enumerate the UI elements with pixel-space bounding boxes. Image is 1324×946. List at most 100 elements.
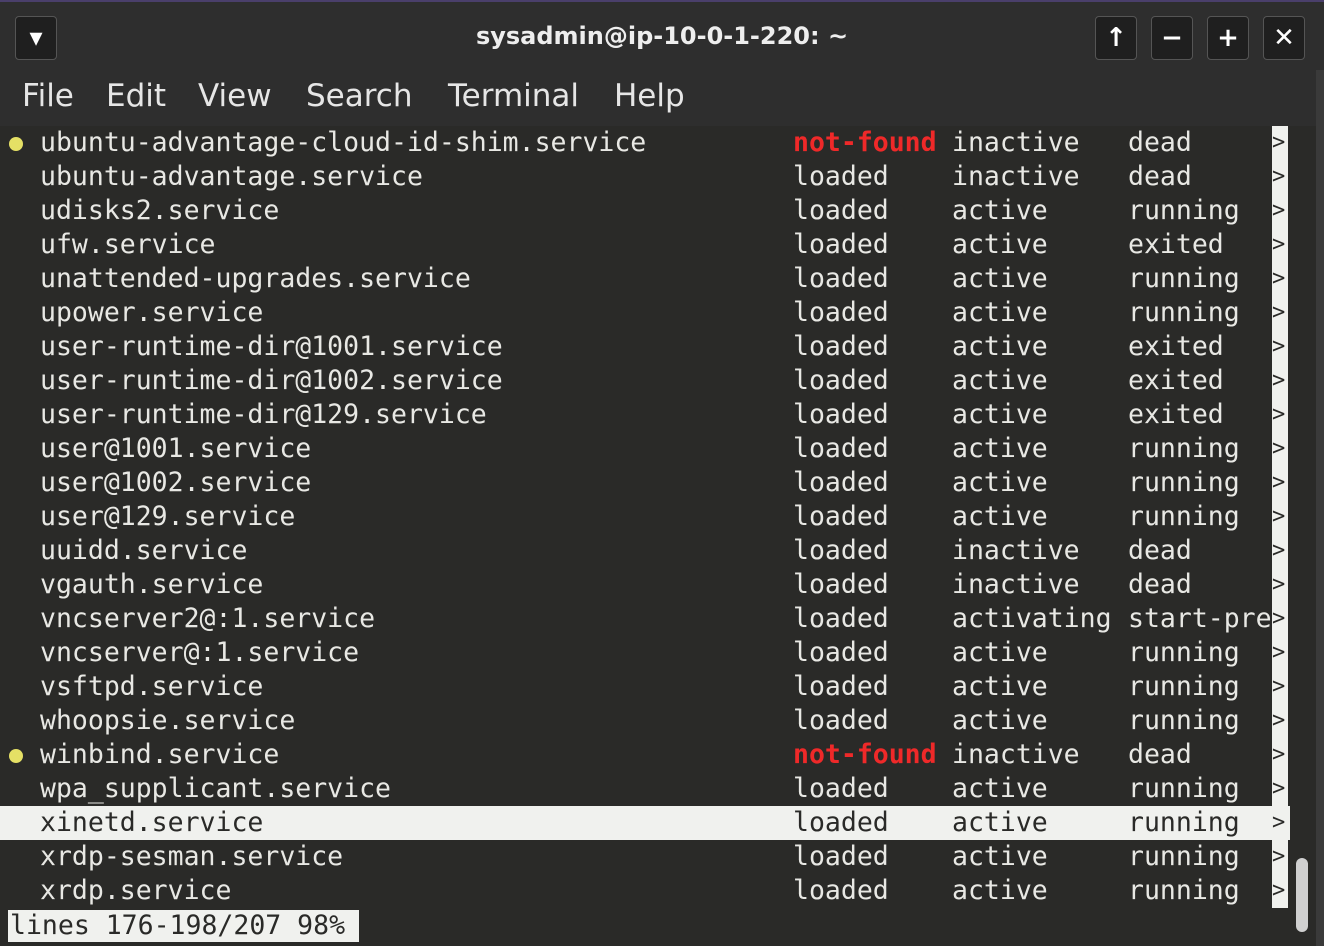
minimize-button[interactable]: −: [1151, 16, 1193, 60]
close-button[interactable]: ✕: [1263, 16, 1305, 60]
unit-active: active: [952, 501, 1048, 532]
unit-active: active: [952, 229, 1048, 260]
unit-load: loaded: [793, 263, 889, 294]
unit-name: vgauth.service: [40, 569, 264, 600]
unit-row: vncserver2@:1.service loaded activating sta…: [0, 602, 1290, 636]
menu-search[interactable]: Search: [306, 78, 413, 114]
unit-load: loaded: [793, 569, 889, 600]
truncation-marker: >: [1272, 364, 1288, 398]
unit-row: xinetd.service loaded active running >: [0, 806, 1290, 840]
unit-active: active: [952, 875, 1048, 906]
unit-name: wpa_supplicant.service: [40, 773, 391, 804]
unit-sub: running: [1128, 637, 1240, 668]
unit-row: user@1002.service loaded active running >: [0, 466, 1290, 500]
unit-name: unattended-upgrades.service: [40, 263, 471, 294]
unit-name: vncserver@:1.service: [40, 637, 360, 668]
unit-sub: running: [1128, 433, 1240, 464]
unit-name: user@1002.service: [40, 467, 312, 498]
truncation-marker: >: [1272, 126, 1288, 160]
unit-name: upower.service: [40, 297, 264, 328]
truncation-marker: >: [1272, 228, 1288, 262]
unit-sub: running: [1128, 773, 1240, 804]
unit-name: user@1001.service: [40, 433, 312, 464]
unit-sub: dead: [1128, 161, 1192, 192]
unit-row: vsftpd.service loaded active running >: [0, 670, 1290, 704]
unit-row: ubuntu-advantage-cloud-id-shim.service no…: [0, 126, 1290, 160]
truncation-marker: >: [1272, 432, 1288, 466]
menu-help[interactable]: Help: [614, 78, 685, 114]
unit-active: active: [952, 637, 1048, 668]
unit-sub: running: [1128, 263, 1240, 294]
unit-active: inactive: [952, 739, 1080, 770]
unit-load: loaded: [793, 195, 889, 226]
unit-row: wpa_supplicant.service loaded active runnin…: [0, 772, 1290, 806]
truncation-marker: >: [1272, 636, 1288, 670]
truncation-marker: >: [1272, 466, 1288, 500]
unit-load: not-found: [793, 739, 937, 770]
unit-active: inactive: [952, 127, 1080, 158]
unit-sub: dead: [1128, 535, 1192, 566]
close-icon: ✕: [1273, 23, 1295, 53]
truncation-marker: >: [1272, 874, 1288, 908]
unit-sub: dead: [1128, 739, 1192, 770]
unit-row: user@129.service loaded active running >: [0, 500, 1290, 534]
unit-active: active: [952, 331, 1048, 362]
unit-name: user-runtime-dir@1002.service: [40, 365, 503, 396]
unit-load: loaded: [793, 467, 889, 498]
terminal-output[interactable]: lines 176-198/207 98% ubuntu-advantage-c…: [0, 126, 1324, 946]
unit-name: xrdp.service: [40, 875, 232, 906]
menu-edit[interactable]: Edit: [106, 78, 166, 114]
truncation-marker: >: [1272, 500, 1288, 534]
unit-row: unattended-upgrades.service loaded active r…: [0, 262, 1290, 296]
minimize-icon: −: [1161, 23, 1183, 53]
unit-load: not-found: [793, 127, 937, 158]
unit-name: udisks2.service: [40, 195, 280, 226]
unit-load: loaded: [793, 807, 889, 838]
unit-sub: exited: [1128, 365, 1224, 396]
unit-row: ubuntu-advantage.service loaded inactive de…: [0, 160, 1290, 194]
unit-active: active: [952, 705, 1048, 736]
unit-sub: running: [1128, 841, 1240, 872]
menu-bar: File Edit View Search Terminal Help: [0, 72, 1324, 126]
unit-sub: exited: [1128, 331, 1224, 362]
menu-terminal[interactable]: Terminal: [448, 78, 579, 114]
plus-icon: +: [1217, 23, 1239, 53]
unit-sub: running: [1128, 875, 1240, 906]
unit-active: inactive: [952, 535, 1080, 566]
window-edge: [1316, 70, 1324, 946]
unit-name: user-runtime-dir@1001.service: [40, 331, 503, 362]
truncation-marker: >: [1272, 602, 1288, 636]
unit-row: xrdp-sesman.service loaded active running >: [0, 840, 1290, 874]
unit-row: ufw.service loaded active exited >: [0, 228, 1290, 262]
unit-active: active: [952, 365, 1048, 396]
warning-dot-icon: [9, 749, 23, 763]
truncation-marker: >: [1272, 534, 1288, 568]
unit-sub: exited: [1128, 229, 1224, 260]
unit-row: upower.service loaded active running >: [0, 296, 1290, 330]
pager-status-line: lines 176-198/207 98%: [8, 910, 360, 942]
unit-load: loaded: [793, 603, 889, 634]
unit-active: active: [952, 195, 1048, 226]
unit-load: loaded: [793, 875, 889, 906]
unit-load: loaded: [793, 297, 889, 328]
truncation-marker: >: [1272, 568, 1288, 602]
menu-view[interactable]: View: [198, 78, 272, 114]
menu-file[interactable]: File: [22, 78, 74, 114]
scrollbar-thumb[interactable]: [1296, 858, 1308, 932]
unit-sub: dead: [1128, 127, 1192, 158]
unit-row: vgauth.service loaded inactive dead >: [0, 568, 1290, 602]
unit-sub: dead: [1128, 569, 1192, 600]
scroll-up-button[interactable]: ↑: [1095, 16, 1137, 60]
unit-active: active: [952, 467, 1048, 498]
unit-row: user-runtime-dir@1002.service loaded activ…: [0, 364, 1290, 398]
unit-name: ufw.service: [40, 229, 216, 260]
unit-active: inactive: [952, 569, 1080, 600]
unit-name: xrdp-sesman.service: [40, 841, 344, 872]
unit-name: user@129.service: [40, 501, 296, 532]
unit-load: loaded: [793, 433, 889, 464]
unit-load: loaded: [793, 841, 889, 872]
unit-row: uuidd.service loaded inactive dead >: [0, 534, 1290, 568]
unit-load: loaded: [793, 331, 889, 362]
unit-name: vsftpd.service: [40, 671, 264, 702]
maximize-button[interactable]: +: [1207, 16, 1249, 60]
